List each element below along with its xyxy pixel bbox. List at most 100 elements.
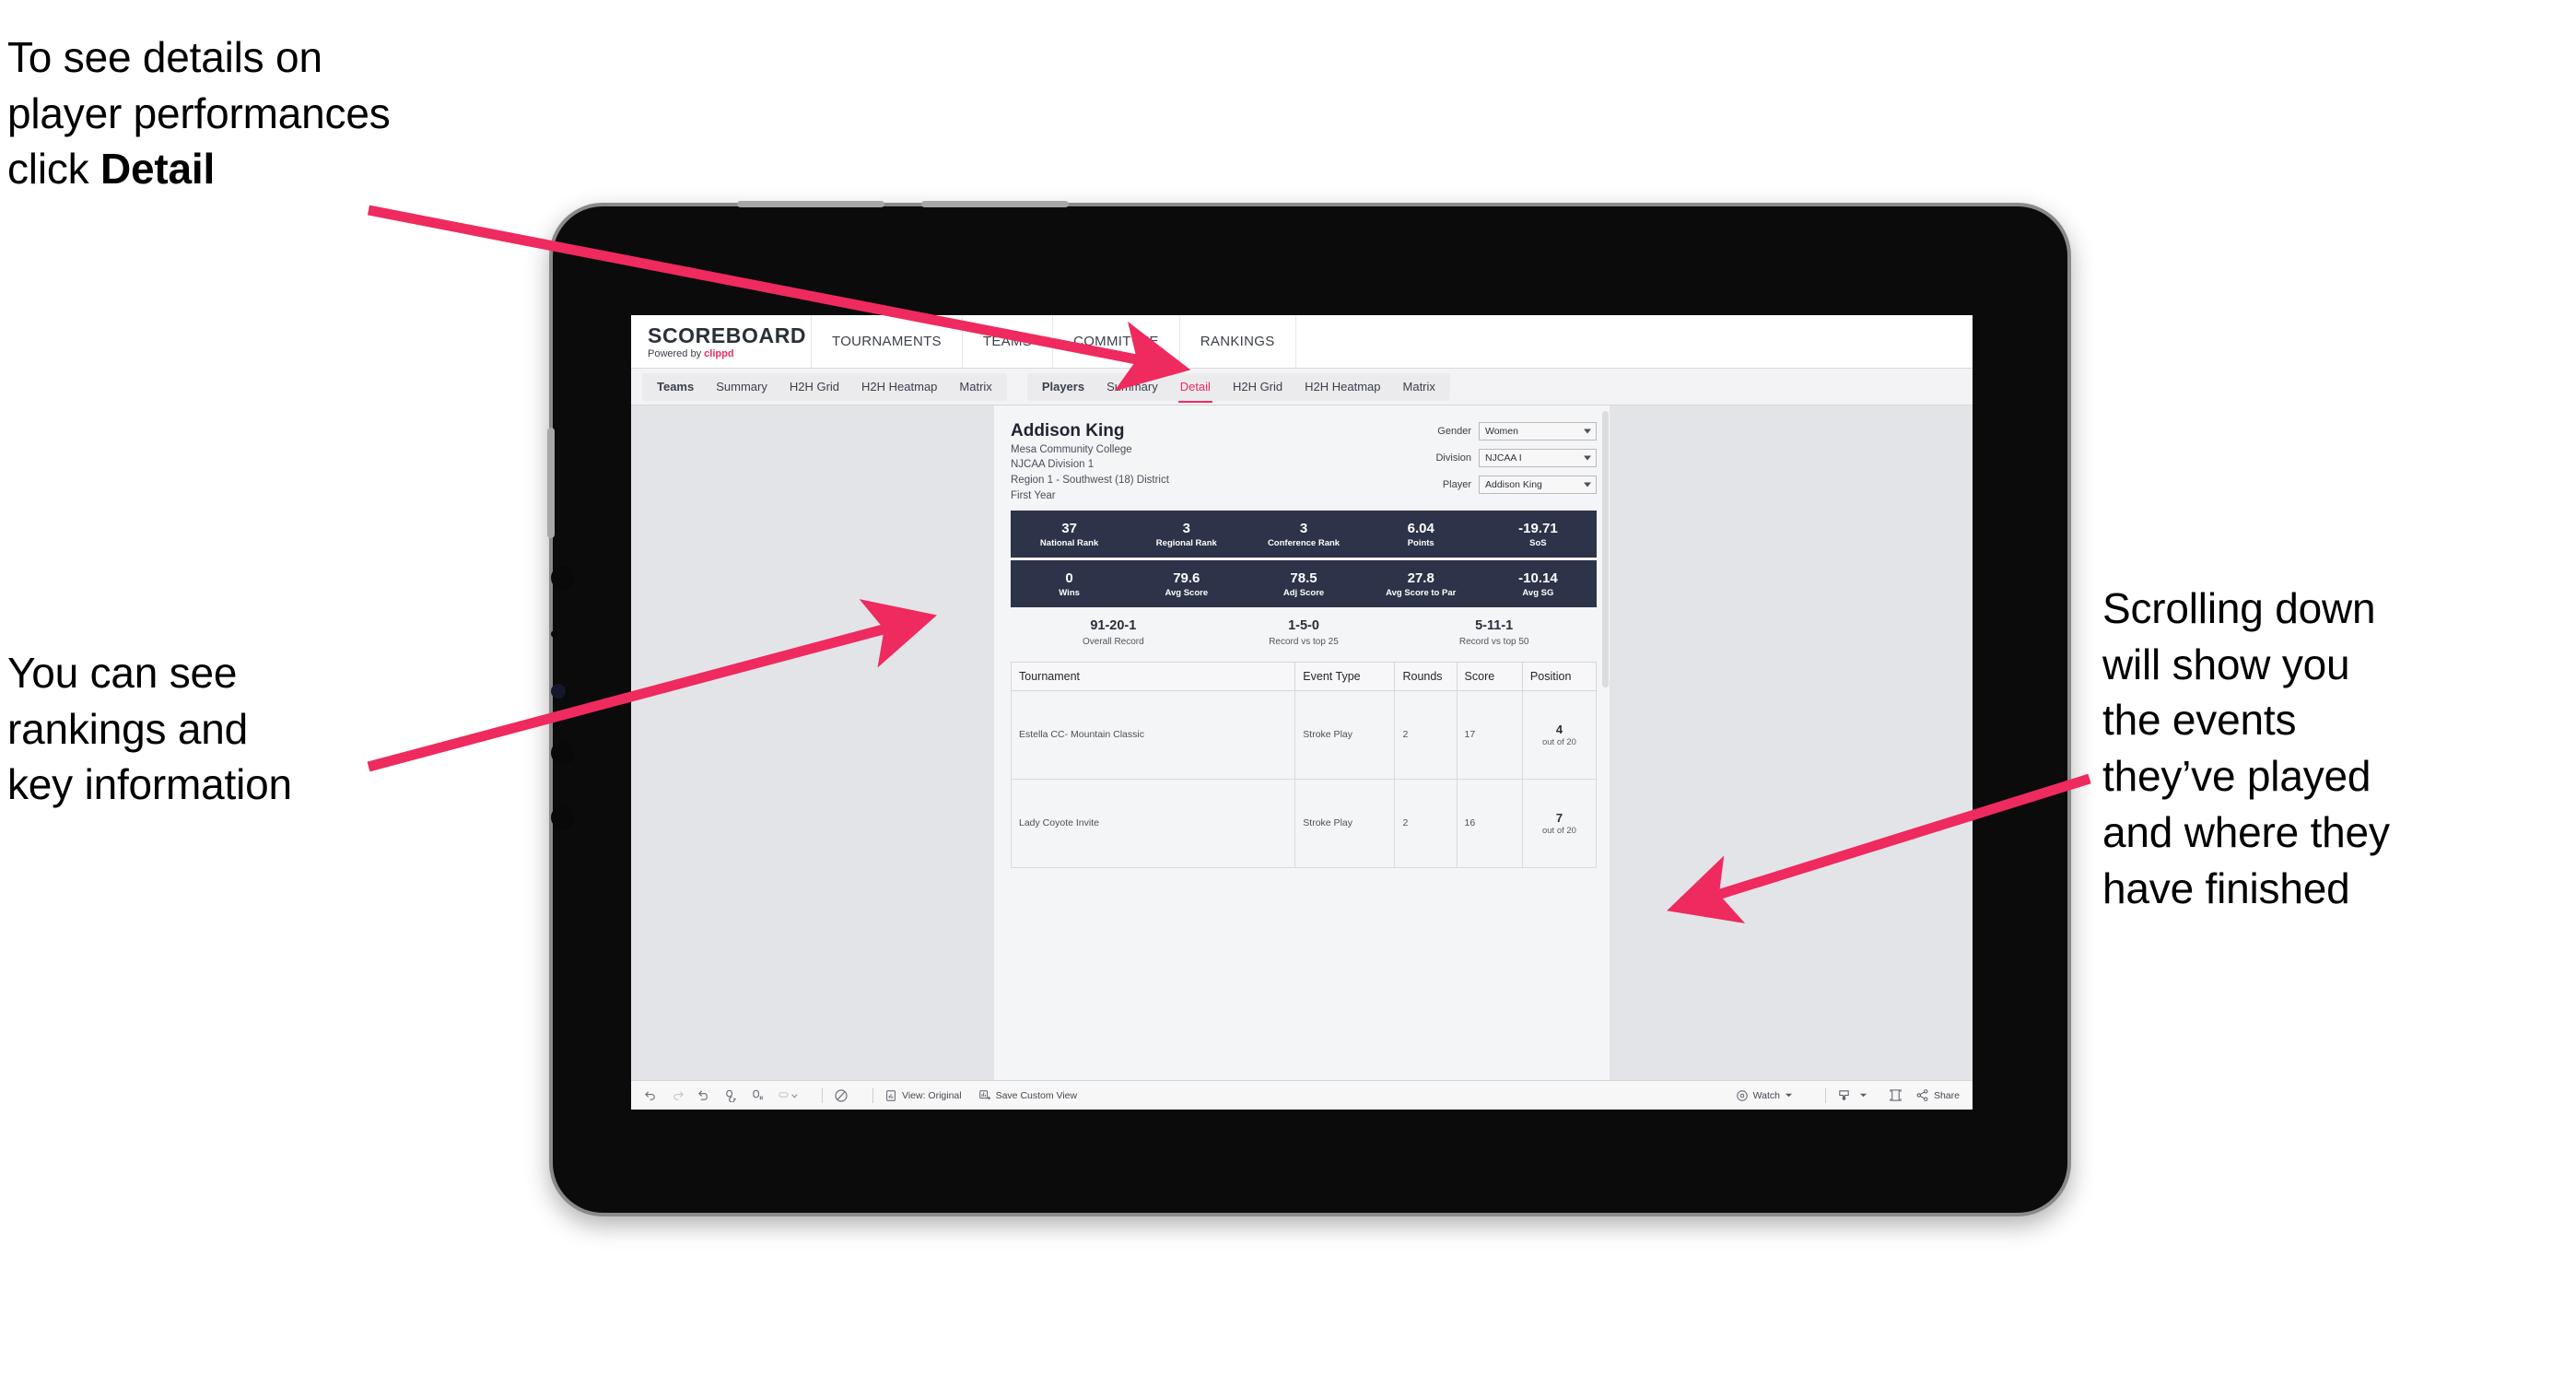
- filter-gender-value: Women: [1485, 426, 1518, 437]
- player-school: Mesa Community College: [1011, 443, 1132, 455]
- stat-regional-rank-label: Regional Rank: [1155, 538, 1217, 549]
- subnav-teams[interactable]: Teams: [646, 373, 705, 401]
- subnav-players-summary[interactable]: Summary: [1095, 373, 1169, 401]
- stat-avg-score: 79.6 Avg Score: [1128, 570, 1245, 598]
- filter-panel: Gender Women Division NJCAA I Player Add…: [1420, 420, 1597, 503]
- chevron-down-icon: [1584, 482, 1591, 487]
- subnav-players-matrix[interactable]: Matrix: [1392, 373, 1446, 401]
- device-preview-icon[interactable]: [1889, 1088, 1903, 1102]
- annotation-mid-left: You can see rankings and key information: [7, 645, 597, 813]
- stat-points: 6.04 Points: [1363, 521, 1480, 548]
- redo-icon[interactable]: [671, 1088, 685, 1102]
- subnav-players-h2h-heatmap[interactable]: H2H Heatmap: [1294, 373, 1391, 401]
- header-tournament[interactable]: Tournament: [1010, 661, 1296, 691]
- nav-rankings[interactable]: RANKINGS: [1179, 315, 1296, 368]
- vertical-scrollbar-thumb[interactable]: [1602, 411, 1609, 687]
- header-event-type[interactable]: Event Type: [1294, 661, 1396, 691]
- stat-avg-score-value: 79.6: [1173, 570, 1200, 586]
- tablet-screen: SCOREBOARD Powered by clippd TOURNAMENTS…: [631, 315, 1973, 1110]
- pause-icon[interactable]: [751, 1088, 765, 1102]
- filter-division-value: NJCAA I: [1485, 452, 1522, 464]
- pause-autorefresh-icon[interactable]: [834, 1088, 849, 1103]
- stat-avg-score-to-par-label: Avg Score to Par: [1386, 588, 1457, 599]
- subnav-players[interactable]: Players: [1031, 373, 1095, 401]
- stat-national-rank-label: National Rank: [1039, 538, 1099, 549]
- record-top25-value: 1-5-0: [1288, 618, 1319, 634]
- stat-sos: -19.71 SoS: [1480, 521, 1597, 548]
- cell-rounds: 2: [1394, 689, 1458, 780]
- chevron-down-icon: [1584, 455, 1591, 461]
- tablet-button-top[interactable]: [551, 566, 575, 590]
- annotation-right: Scrolling down will show you the events …: [2102, 581, 2563, 916]
- brand-title: SCOREBOARD: [648, 323, 807, 347]
- events-table-body: Estella CC- Mountain Classic Stroke Play…: [1010, 689, 1598, 868]
- subnav-players-h2h-grid[interactable]: H2H Grid: [1222, 373, 1294, 401]
- events-table-header-row: Tournament Event Type Rounds Score Posit…: [1010, 661, 1598, 691]
- stat-bar-scoring: 0 Wins 79.6 Avg Score 78.5 Adj Score 27.…: [1011, 560, 1597, 608]
- player-header-row: Addison King Mesa Community College NJCA…: [1011, 420, 1597, 503]
- record-overall-label: Overall Record: [1082, 636, 1144, 647]
- download-button[interactable]: [1837, 1088, 1872, 1102]
- undo-icon[interactable]: [644, 1088, 658, 1102]
- annotation-right-line3: the events: [2102, 696, 2297, 745]
- chevron-down-icon: [1859, 1093, 1868, 1098]
- subnav-teams-summary[interactable]: Summary: [705, 373, 779, 401]
- brand-logo[interactable]: SCOREBOARD Powered by clippd: [631, 315, 812, 368]
- sub-navigation: Teams Summary H2H Grid H2H Heatmap Matri…: [631, 369, 1973, 405]
- player-name: Addison King: [1011, 421, 1125, 440]
- stat-regional-rank-value: 3: [1182, 520, 1190, 536]
- stat-sos-value: -19.71: [1518, 520, 1558, 536]
- save-custom-view-button[interactable]: Save Custom View: [978, 1089, 1077, 1102]
- refresh-icon[interactable]: [724, 1088, 738, 1102]
- chevron-down-icon: [1584, 429, 1591, 434]
- nav-committee[interactable]: COMMITTEE: [1053, 315, 1180, 368]
- nav-tournaments[interactable]: TOURNAMENTS: [812, 315, 963, 368]
- annotation-mid-left-line1: You can see: [7, 649, 238, 697]
- vertical-scrollbar-track[interactable]: [1601, 405, 1610, 1110]
- filter-gender-select[interactable]: Women: [1479, 422, 1597, 440]
- subnav-players-detail[interactable]: Detail: [1169, 373, 1222, 403]
- toolbar-divider: [1824, 1087, 1826, 1103]
- header-position[interactable]: Position: [1521, 661, 1598, 691]
- tablet-button-middle[interactable]: [551, 741, 575, 765]
- subnav-group-players: Players Summary Detail H2H Grid H2H Heat…: [1026, 372, 1450, 403]
- watch-button[interactable]: Watch: [1736, 1089, 1797, 1102]
- stat-wins: 0 Wins: [1011, 570, 1128, 598]
- filter-player-value: Addison King: [1485, 479, 1542, 490]
- share-label: Share: [1933, 1089, 1960, 1101]
- stat-avg-score-to-par: 27.8 Avg Score to Par: [1363, 570, 1480, 598]
- subnav-teams-h2h-heatmap[interactable]: H2H Heatmap: [850, 373, 948, 401]
- cell-event-type: Stroke Play: [1294, 689, 1396, 780]
- bottom-toolbar: View: Original Save Custom View Watch Sh…: [631, 1080, 1973, 1110]
- filter-division-select[interactable]: NJCAA I: [1479, 449, 1597, 467]
- share-button[interactable]: Share: [1915, 1088, 1960, 1102]
- stat-wins-value: 0: [1065, 570, 1073, 586]
- cell-tournament: Lady Coyote Invite: [1010, 778, 1296, 868]
- table-row[interactable]: Estella CC- Mountain Classic Stroke Play…: [1010, 689, 1598, 780]
- cell-score: 17: [1456, 689, 1523, 780]
- cell-score: 16: [1456, 778, 1523, 868]
- stat-points-label: Points: [1407, 538, 1434, 549]
- view-original-button[interactable]: View: Original: [884, 1089, 962, 1102]
- record-top50-label: Record vs top 50: [1458, 636, 1529, 647]
- record-overall-value: 91-20-1: [1090, 618, 1137, 634]
- subnav-teams-h2h-grid[interactable]: H2H Grid: [779, 373, 850, 401]
- header-rounds[interactable]: Rounds: [1394, 661, 1458, 691]
- nav-teams[interactable]: TEAMS: [962, 315, 1054, 368]
- stat-avg-score-label: Avg Score: [1165, 588, 1209, 599]
- revert-icon[interactable]: [697, 1088, 711, 1102]
- cell-rounds: 2: [1394, 778, 1458, 868]
- tablet-camera-lens: [551, 684, 566, 699]
- loop-dropdown-icon[interactable]: [778, 1088, 798, 1102]
- tablet-button-bottom[interactable]: [551, 805, 575, 829]
- cell-position: 4 out of 20: [1521, 689, 1598, 780]
- filter-player-select[interactable]: Addison King: [1479, 476, 1597, 494]
- cell-position-value: 7: [1555, 810, 1563, 825]
- toolbar-divider: [872, 1087, 873, 1103]
- table-row[interactable]: Lady Coyote Invite Stroke Play 2 16 7 ou…: [1010, 778, 1598, 868]
- filter-division-row: Division NJCAA I: [1420, 449, 1597, 467]
- stat-points-value: 6.04: [1407, 520, 1434, 536]
- header-score[interactable]: Score: [1456, 661, 1523, 691]
- cell-event-type: Stroke Play: [1294, 778, 1396, 868]
- subnav-teams-matrix[interactable]: Matrix: [948, 373, 1002, 401]
